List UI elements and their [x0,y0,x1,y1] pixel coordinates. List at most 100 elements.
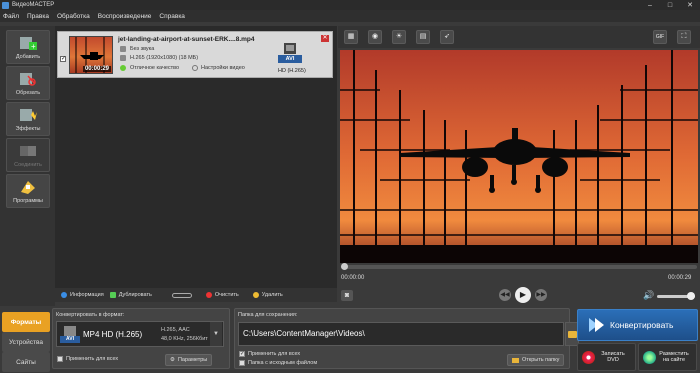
file-quality[interactable]: Отличное качество [130,65,179,71]
delete-icon [252,292,259,298]
open-folder-button[interactable]: Открыть папку [507,354,565,366]
file-audio: Без звука [130,46,155,52]
format-name: MP4 HD (H.265) [83,330,143,339]
remove-file-button[interactable]: ✕ [321,35,329,42]
seek-knob[interactable] [341,263,348,270]
format-badge[interactable]: AVI [278,42,302,64]
programs-icon [18,178,38,196]
volume-knob[interactable] [687,292,695,300]
close-button[interactable]: ✕ [680,0,700,10]
publish-site-label: Разместить на сайте [659,351,689,363]
convert-label: Конвертировать [610,320,674,330]
quality-icon [120,65,126,71]
apply-all-checkbox[interactable] [57,356,63,362]
delete-label: Удалить [261,292,283,298]
delete-button[interactable]: Удалить [252,292,283,298]
params-button[interactable]: ⚙ Параметры [165,354,213,366]
folder-path-field[interactable]: C:\Users\ContentManager\Videos\ [238,322,564,346]
open-folder-label: Открыть папку [522,357,560,363]
format-panel: Конвертировать в формат: AVI MP4 HD (H.2… [52,308,230,369]
open-folder-icon [512,357,519,363]
file-settings[interactable]: Настройки видео [201,65,245,71]
add-button[interactable]: + Добавить [6,30,50,64]
format-label: HD (H.265) [278,68,306,74]
effects-label: Эффекты [15,126,41,132]
gif-button[interactable]: GIF [653,30,667,44]
tool-panel: + Добавить Обрезать Эффекты Соединить Пр… [0,26,55,306]
apply-all-label: Применить для всех [66,356,119,362]
seek-bar[interactable] [341,263,697,270]
video-icon [120,55,126,61]
burn-dvd-button[interactable]: Записать DVD [577,343,636,371]
volume-icon[interactable]: 🔊 [643,290,654,301]
file-item[interactable]: ✓ 00:00:29 jet-landing-at-airport-at-sun… [57,31,333,78]
file-checkbox[interactable]: ✓ [60,56,66,62]
clear-label: Очистить [214,292,239,298]
preview-toolbar: ▦ ◉ ☀ ▤ ➶ GIF ⛶ [338,26,700,48]
chevron-down-icon[interactable]: ▼ [210,322,222,346]
crop-icon[interactable]: ▦ [344,30,358,44]
folder-label: Папка для сохранения: [238,312,298,318]
menu-bar: Файл Правка Обработка Воспроизведение Сп… [0,10,700,22]
format-info-audio: 48,0 KHz, 256Кбит [161,336,208,342]
view-toggle[interactable] [171,292,192,298]
format-selector[interactable]: AVI MP4 HD (H.265) H.265, AAC 48,0 KHz, … [56,321,224,347]
minimize-button[interactable]: – [640,0,660,10]
snapshot-button[interactable]: ◙ [341,290,353,301]
add-label: Добавить [15,54,41,60]
convert-button[interactable]: Конвертировать [577,309,698,341]
tab-formats[interactable]: Форматы [2,312,50,332]
scissors-film-icon [18,70,38,88]
maximize-button[interactable]: □ [660,0,680,10]
menu-process[interactable]: Обработка [57,13,90,20]
menu-help[interactable]: Справка [159,13,185,20]
info-label: Информация [70,292,104,298]
speed-icon[interactable]: ➶ [440,30,454,44]
gear-icon: ⚙ [170,357,175,363]
view-toggle-icon [171,292,192,298]
app-icon [2,1,9,9]
snapshot-icon[interactable]: ◉ [368,30,382,44]
params-label: Параметры [177,357,208,363]
title-bar: ВидеоМАСТЕР – □ ✕ [0,0,700,10]
info-button[interactable]: Информация [61,292,104,298]
source-folder-label: Папка с исходным файлом [248,360,318,366]
format-badge-avi: AVI [60,336,80,343]
playback-controls: ◀◀ ▶ ▶▶ [497,287,549,303]
menu-playback[interactable]: Воспроизведение [98,13,152,20]
settings-icon [192,65,198,71]
info-icon [61,292,67,298]
programs-button[interactable]: Программы [6,174,50,208]
film-edit-icon[interactable]: ▤ [416,30,430,44]
menu-file[interactable]: Файл [3,13,19,20]
list-toolbar: Информация Дублировать Очистить Удалить [55,288,337,302]
duplicate-button[interactable]: Дублировать [109,292,152,298]
effects-button[interactable]: Эффекты [6,102,50,136]
add-film-icon: + [18,34,38,52]
folder-icon [568,331,577,338]
apply-all-folder-checkbox[interactable]: ✓ [239,351,245,357]
file-thumbnail: 00:00:29 [69,36,113,74]
play-button[interactable]: ▶ [515,287,531,303]
join-button[interactable]: Соединить [6,138,50,172]
format-info-codec: H.265, AAC [161,327,190,333]
film-reel-icon [284,43,296,54]
tab-devices[interactable]: Устройства [2,332,50,352]
publish-site-button[interactable]: Разместить на сайте [638,343,697,371]
brightness-icon[interactable]: ☀ [392,30,406,44]
globe-icon [643,350,656,364]
source-folder-checkbox[interactable] [239,360,245,366]
volume-slider[interactable] [657,292,695,300]
trim-button[interactable]: Обрезать [6,66,50,100]
convert-arrow-icon [589,318,604,332]
prev-frame-icon[interactable]: ◀◀ [499,289,511,301]
fullscreen-icon[interactable]: ⛶ [677,30,691,44]
tab-sites[interactable]: Сайты [2,352,50,372]
convert-format-label: Конвертировать в формат: [56,312,125,318]
file-name: jet-landing-at-airport-at-sunset-ERK....… [118,36,255,43]
clear-button[interactable]: Очистить [205,292,239,298]
time-current: 00:00:00 [341,275,365,281]
menu-edit[interactable]: Правка [27,13,49,20]
next-frame-icon[interactable]: ▶▶ [535,289,547,301]
effects-film-icon [18,106,38,124]
